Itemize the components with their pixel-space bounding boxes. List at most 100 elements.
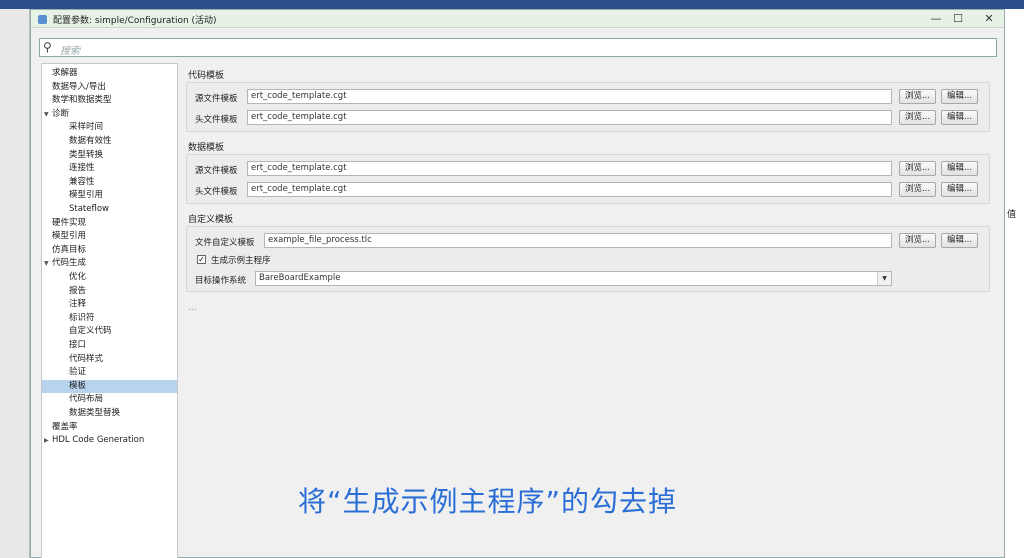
tree-item-label: 代码生成 [52, 258, 87, 269]
tree-item-label: 注释 [69, 299, 87, 310]
target-os-select[interactable]: BareBoardExample ▼ [255, 271, 892, 286]
expand-down-icon: ▼ [44, 260, 49, 268]
tree-item[interactable]: 模板 [42, 379, 177, 393]
tree-item[interactable]: ▼ 诊断 [42, 108, 177, 121]
tree-item-label: 数据有效性 [69, 136, 112, 146]
code-source-label: 源文件模板 [195, 94, 238, 104]
tree-item-label: 类型转换 [69, 149, 104, 160]
chevron-down-icon: ▼ [877, 272, 891, 285]
tree-item[interactable]: 类型转换 [42, 149, 177, 162]
code-source-field[interactable]: ert_code_template.cgt [247, 89, 892, 104]
close-button[interactable]: ✕ [977, 11, 1001, 27]
target-os-value: BareBoardExample [259, 273, 341, 283]
background-value-pane: 值 [1003, 9, 1024, 558]
tree-item[interactable]: ▶ HDL Code Generation [42, 434, 177, 447]
generate-main-checkbox[interactable]: ✓ [197, 255, 206, 264]
dialog-titlebar: 配置参数: simple/Configuration (活动) — ☐ ✕ [31, 10, 1004, 28]
category-tree: 求解器 数据导入/导出 数学和数据类型 ▼ 诊断 采样时间 数据有效性 类型转换 连接性 兼容性模… [41, 63, 178, 558]
tree-item[interactable]: 模型引用 [42, 189, 177, 202]
tree-item[interactable]: ▼ 代码生成 [42, 257, 177, 270]
tree-item[interactable]: 优化 [42, 271, 177, 284]
tree-item[interactable]: 验证 [42, 366, 177, 379]
custom-file-edit-button[interactable]: 编辑... [941, 233, 978, 248]
tutorial-caption: 将“生成示例主程序”的勾去掉 [298, 485, 678, 518]
tree-item[interactable]: 兼容性 [42, 176, 177, 189]
tree-item-label: 诊断 [52, 108, 70, 119]
code-templates-title: 代码模板 [188, 71, 225, 81]
tree-item-label: 硬件实现 [52, 217, 87, 228]
tree-item-label: 报告 [69, 285, 87, 296]
code-header-field[interactable]: ert_code_template.cgt [247, 110, 892, 125]
more-indicator: ... [188, 303, 197, 313]
tree-item[interactable]: 采样时间 [42, 121, 177, 134]
app-icon [38, 15, 47, 24]
tree-item[interactable]: 模型引用 [42, 230, 177, 243]
code-source-browse-button[interactable]: 浏览... [899, 89, 936, 104]
tree-item-label: 模板 [69, 380, 87, 391]
minimize-button[interactable]: — [924, 11, 948, 27]
tree-item[interactable]: 数据导入/导出 [42, 81, 177, 94]
data-source-label: 源文件模板 [195, 166, 238, 176]
data-templates-group: 源文件模板 ert_code_template.cgt 浏览... 编辑... … [186, 154, 990, 204]
tree-item-label: 数据类型替换 [69, 408, 121, 418]
generate-main-label[interactable]: 生成示例主程序 [211, 254, 271, 266]
tree-item-label: 验证 [69, 367, 87, 378]
code-templates-group: 源文件模板 ert_code_template.cgt 浏览... 编辑... … [186, 82, 990, 132]
tree-item[interactable]: 数据类型替换 [42, 407, 177, 420]
dialog-title: 配置参数: simple/Configuration (活动) [53, 16, 217, 26]
tree-item[interactable]: 仿真目标 [42, 244, 177, 257]
code-header-browse-button[interactable]: 浏览... [899, 110, 936, 125]
tree-item[interactable]: 代码布局 [42, 393, 177, 406]
data-header-edit-button[interactable]: 编辑... [941, 182, 978, 197]
data-header-browse-button[interactable]: 浏览... [899, 182, 936, 197]
tree-item-label: 仿真目标 [52, 244, 87, 255]
tree-item[interactable]: 自定义代码 [42, 325, 177, 338]
search-icon: ⚲ [43, 40, 52, 54]
data-header-field[interactable]: ert_code_template.cgt [247, 182, 892, 197]
tree-item-label: 兼容性 [69, 176, 95, 187]
tree-item[interactable]: 求解器 [42, 67, 177, 80]
tree-item-label: 求解器 [52, 68, 78, 78]
data-header-label: 头文件模板 [195, 187, 238, 197]
tree-item-label: 优化 [69, 272, 87, 282]
value-column-header: 值 [1007, 210, 1017, 220]
tree-item[interactable]: 注释 [42, 298, 177, 311]
maximize-button[interactable]: ☐ [946, 11, 970, 27]
tree-item-label: 覆盖率 [52, 421, 78, 432]
tree-item-label: 数据导入/导出 [52, 81, 106, 92]
search-input[interactable]: ⚲ 搜索 [39, 38, 997, 57]
tree-item[interactable]: 硬件实现 [42, 217, 177, 230]
tree-item-label: 模型引用 [52, 231, 87, 242]
tree-item[interactable]: 代码样式 [42, 353, 177, 366]
code-header-label: 头文件模板 [195, 115, 238, 125]
custom-file-browse-button[interactable]: 浏览... [899, 233, 936, 248]
tree-item[interactable]: 连接性 [42, 162, 177, 175]
data-templates-title: 数据模板 [188, 143, 225, 153]
tree-item-label: 采样时间 [69, 122, 104, 133]
tree-item-label: 模型引用 [69, 190, 104, 201]
background-taskbar [0, 0, 1024, 9]
data-source-browse-button[interactable]: 浏览... [899, 161, 936, 176]
tree-item-label: 代码样式 [69, 353, 104, 364]
tree-item-label: 连接性 [69, 163, 95, 174]
target-os-label: 目标操作系统 [195, 276, 247, 286]
data-source-edit-button[interactable]: 编辑... [941, 161, 978, 176]
custom-templates-title: 自定义模板 [188, 215, 234, 225]
expand-right-icon: ▶ [44, 437, 49, 445]
tree-item[interactable]: 数学和数据类型 [42, 94, 177, 107]
code-source-edit-button[interactable]: 编辑... [941, 89, 978, 104]
tree-item[interactable]: 标识符 [42, 312, 177, 325]
tree-item-label: 数学和数据类型 [52, 95, 112, 106]
tree-item-label: 自定义代码 [69, 326, 112, 337]
search-placeholder: 搜索 [60, 46, 80, 57]
code-header-edit-button[interactable]: 编辑... [941, 110, 978, 125]
tree-item[interactable]: 报告 [42, 285, 177, 298]
tree-item-label: HDL Code Generation [52, 435, 145, 446]
custom-file-field[interactable]: example_file_process.tlc [264, 233, 892, 248]
data-source-field[interactable]: ert_code_template.cgt [247, 161, 892, 176]
tree-item[interactable]: 接口 [42, 339, 177, 352]
tree-item[interactable]: 覆盖率 [42, 421, 177, 434]
tree-item-label: 接口 [69, 340, 87, 350]
tree-item[interactable]: 数据有效性 [42, 135, 177, 148]
tree-item[interactable]: Stateflow [42, 203, 177, 216]
